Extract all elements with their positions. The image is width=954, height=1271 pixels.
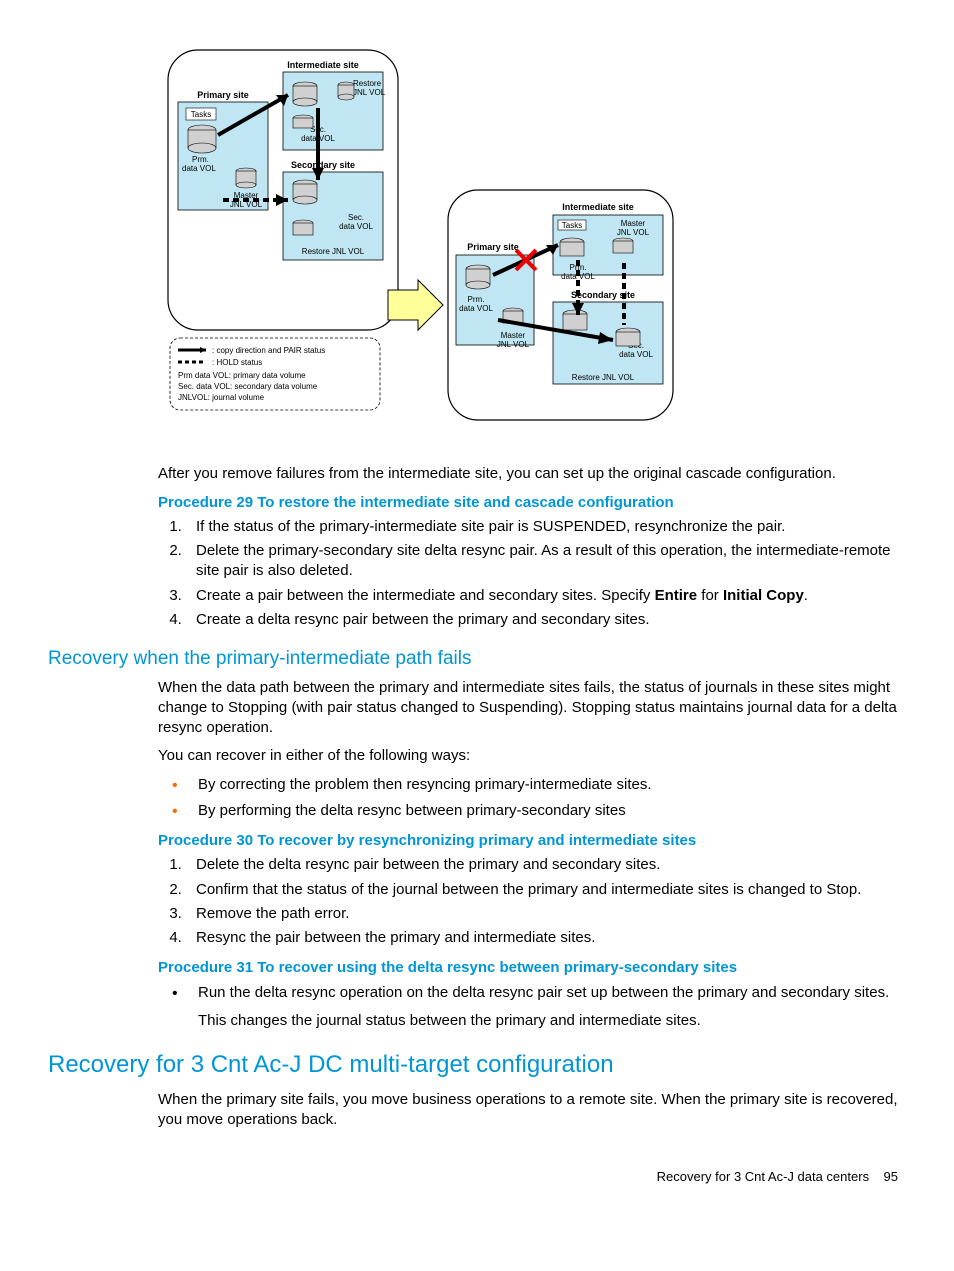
pathfail-paragraph-2: You can recover in either of the followi… [158, 746, 898, 766]
svg-text:: copy direction and PAIR stat: : copy direction and PAIR status [212, 346, 325, 355]
procedure-29-title: Procedure 29 To restore the intermediate… [158, 493, 898, 513]
list-item: Delete the primary-secondary site delta … [186, 541, 898, 582]
pathfail-paragraph-1: When the data path between the primary a… [158, 678, 898, 739]
list-item: Confirm that the status of the journal b… [186, 880, 898, 900]
svg-text:Sec.: Sec. [348, 213, 364, 222]
svg-text:data VOL: data VOL [339, 222, 373, 231]
svg-text:Master: Master [621, 219, 646, 228]
svg-text:data VOL: data VOL [619, 350, 653, 359]
footer-section: Recovery for 3 Cnt Ac-J data centers [657, 1169, 869, 1184]
footer-page-number: 95 [884, 1169, 898, 1184]
svg-text:Master: Master [501, 331, 526, 340]
svg-text:Primary site: Primary site [197, 90, 249, 100]
list-item: Remove the path error. [186, 904, 898, 924]
multitarget-paragraph: When the primary site fails, you move bu… [158, 1090, 898, 1131]
page-footer: Recovery for 3 Cnt Ac-J data centers 95 [48, 1168, 906, 1186]
cascade-diagram: Intermediate site Restore JNL VOL Sec. d… [158, 40, 906, 446]
list-item: Delete the delta resync pair between the… [186, 855, 898, 875]
svg-text:Sec. data VOL: secondary data: Sec. data VOL: secondary data volume [178, 382, 318, 391]
svg-text:Restore JNL VOL: Restore JNL VOL [302, 247, 365, 256]
svg-text:Prm data VOL: primary data vol: Prm data VOL: primary data volume [178, 371, 306, 380]
svg-text:Prm.: Prm. [468, 295, 485, 304]
svg-text:Restore JNL VOL: Restore JNL VOL [572, 373, 635, 382]
svg-text:JNL VOL: JNL VOL [353, 88, 386, 97]
svg-text:Primary site: Primary site [467, 242, 519, 252]
svg-text:Restore: Restore [353, 79, 382, 88]
list-item: Run the delta resync operation on the de… [186, 983, 898, 1032]
procedure-30-title: Procedure 30 To recover by resynchronizi… [158, 831, 898, 851]
list-item: By performing the delta resync between p… [186, 801, 898, 821]
list-item: Resync the pair between the primary and … [186, 928, 898, 948]
procedure-29-steps: If the status of the primary-intermediat… [158, 517, 898, 630]
svg-text:data VOL: data VOL [459, 304, 493, 313]
bullet-text: Run the delta resync operation on the de… [198, 984, 889, 1001]
section-heading-pathfail: Recovery when the primary-intermediate p… [48, 646, 906, 672]
list-item: Create a delta resync pair between the p… [186, 610, 898, 630]
section-heading-multitarget: Recovery for 3 Cnt Ac-J DC multi-target … [48, 1049, 906, 1081]
svg-text:: HOLD status: : HOLD status [212, 358, 262, 367]
procedure-31-title: Procedure 31 To recover using the delta … [158, 958, 898, 978]
label-intermediate: Intermediate site [287, 60, 359, 70]
intro-paragraph: After you remove failures from the inter… [158, 464, 898, 484]
svg-text:Tasks: Tasks [191, 110, 211, 119]
svg-text:JNLVOL: journal volume: JNLVOL: journal volume [178, 393, 265, 402]
procedure-30-steps: Delete the delta resync pair between the… [158, 855, 898, 948]
list-item: If the status of the primary-intermediat… [186, 517, 898, 537]
list-item: Create a pair between the intermediate a… [186, 586, 898, 606]
svg-text:JNL VOL: JNL VOL [617, 228, 650, 237]
svg-text:Tasks: Tasks [562, 221, 582, 230]
pathfail-options: By correcting the problem then resyncing… [158, 775, 898, 822]
svg-text:Intermediate site: Intermediate site [562, 202, 634, 212]
svg-text:data VOL: data VOL [182, 164, 216, 173]
procedure-31-steps: Run the delta resync operation on the de… [158, 983, 898, 1032]
list-item: By correcting the problem then resyncing… [186, 775, 898, 795]
svg-text:JNL VOL: JNL VOL [497, 340, 530, 349]
sub-note: This changes the journal status between … [198, 1011, 898, 1031]
svg-text:Prm.: Prm. [192, 155, 209, 164]
